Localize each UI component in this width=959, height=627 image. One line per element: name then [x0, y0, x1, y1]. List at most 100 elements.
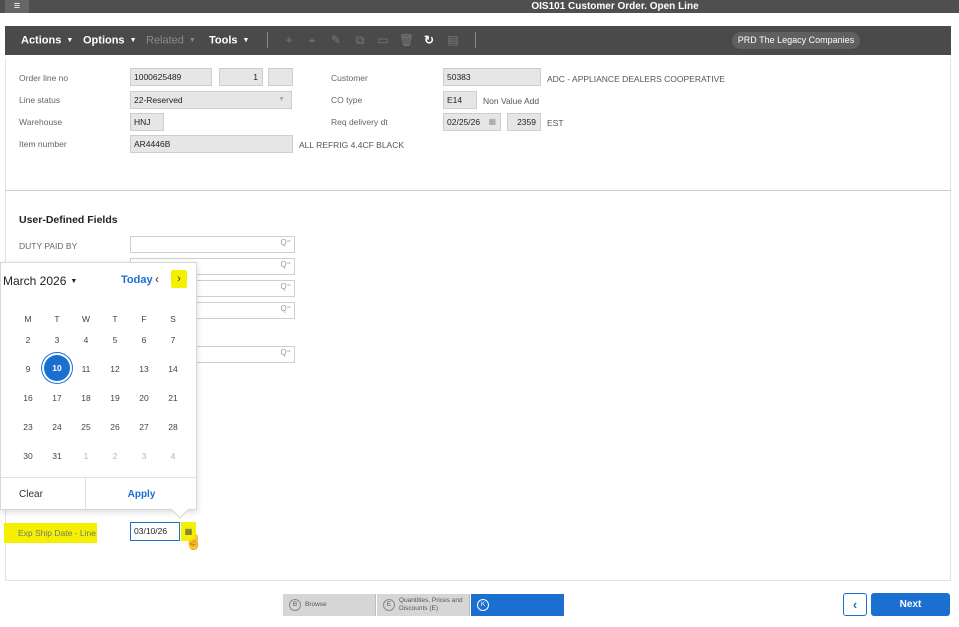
- day-of-week-header: W: [81, 314, 91, 324]
- calendar-day[interactable]: 28: [161, 422, 185, 432]
- search-icon[interactable]: Q⁼: [281, 260, 291, 269]
- step-current[interactable]: K: [471, 594, 564, 616]
- add-icon: +: [285, 33, 293, 47]
- search-icon[interactable]: Q⁼: [281, 348, 291, 357]
- step-letter: K: [477, 599, 489, 611]
- toolbar-divider: [475, 32, 476, 48]
- calendar-day[interactable]: 27: [132, 422, 156, 432]
- pin-icon: ⌖: [308, 33, 316, 47]
- search-icon[interactable]: Q⁼: [281, 238, 291, 247]
- calendar-day[interactable]: 12: [103, 364, 127, 374]
- item-description: ALL REFRIG 4.4CF BLACK: [299, 140, 405, 150]
- chevron-down-icon: ▼: [278, 96, 285, 103]
- window-title: OIS101 Customer Order. Open Line: [531, 1, 699, 12]
- warehouse-label: Warehouse: [19, 117, 63, 127]
- toolbar-divider: [267, 32, 268, 48]
- calendar-day[interactable]: 14: [161, 364, 185, 374]
- item-number-field[interactable]: AR4446B: [130, 135, 293, 153]
- calendar-day[interactable]: 23: [16, 422, 40, 432]
- calendar-day-next-month[interactable]: 3: [132, 451, 156, 461]
- environment-badge[interactable]: PRD The Legacy Companies: [732, 32, 860, 49]
- chevron-down-icon: ▼: [129, 37, 137, 44]
- calendar-day[interactable]: 11: [74, 364, 98, 374]
- tools-menu[interactable]: Tools ▼: [209, 26, 249, 55]
- timezone-text: EST: [547, 118, 564, 128]
- calendar-day[interactable]: 2: [16, 335, 40, 345]
- refresh-icon[interactable]: ↻: [422, 33, 436, 47]
- display-icon: ▤: [447, 33, 459, 47]
- month-selector[interactable]: March 2026 ▼: [3, 274, 77, 288]
- date-picker-popup: March 2026 ▼ Today ‹ › M T W T F S 2 3 4 …: [0, 262, 197, 511]
- req-delivery-date-field[interactable]: 02/25/26 ▦: [443, 113, 501, 131]
- save-icon: ▭: [377, 33, 389, 47]
- calendar-day[interactable]: 26: [103, 422, 127, 432]
- customer-field[interactable]: 50383: [443, 68, 541, 86]
- exp-ship-date-label: Exp Ship Date - Line: [18, 528, 96, 538]
- calendar-day[interactable]: 16: [16, 393, 40, 403]
- exp-ship-date-input[interactable]: 03/10/26: [130, 522, 180, 541]
- req-delivery-time-field[interactable]: 2359: [507, 113, 541, 131]
- calendar-day-selected[interactable]: 10: [44, 355, 70, 381]
- calendar-day[interactable]: 30: [16, 451, 40, 461]
- options-menu[interactable]: Options ▼: [83, 26, 137, 55]
- warehouse-field[interactable]: HNJ: [130, 113, 164, 131]
- calendar-icon: ▦: [488, 117, 496, 126]
- line-status-select[interactable]: 22-Reserved ▼: [130, 91, 292, 109]
- calendar-day[interactable]: 21: [161, 393, 185, 403]
- calendar-day[interactable]: 31: [45, 451, 69, 461]
- co-type-description: Non Value Add: [483, 96, 540, 106]
- customer-name: ADC - APPLIANCE DEALERS COOPERATIVE: [547, 74, 725, 84]
- delete-icon: 🗑: [399, 33, 415, 47]
- copy-icon: ⧉: [355, 33, 365, 47]
- calendar-day[interactable]: 7: [161, 335, 185, 345]
- calendar-day[interactable]: 24: [45, 422, 69, 432]
- clear-button[interactable]: Clear: [1, 478, 86, 511]
- calendar-day[interactable]: 18: [74, 393, 98, 403]
- co-type-field[interactable]: E14: [443, 91, 477, 109]
- udf-section-title: User-Defined Fields: [19, 214, 118, 226]
- calendar-day-next-month[interactable]: 4: [161, 451, 185, 461]
- calendar-day[interactable]: 25: [74, 422, 98, 432]
- order-number-field[interactable]: 1000625489: [130, 68, 212, 86]
- customer-label: Customer: [331, 73, 368, 83]
- actions-menu[interactable]: Actions ▼: [21, 26, 73, 55]
- chevron-down-icon: ▼: [188, 37, 196, 44]
- calendar-day[interactable]: 9: [16, 364, 40, 374]
- day-of-week-header: F: [141, 314, 147, 324]
- calendar-day[interactable]: 3: [45, 335, 69, 345]
- calendar-day[interactable]: 4: [74, 335, 98, 345]
- today-button[interactable]: Today: [121, 274, 153, 286]
- day-of-week-header: M: [24, 314, 32, 324]
- calendar-day[interactable]: 5: [103, 335, 127, 345]
- step-label: Browse: [305, 601, 327, 608]
- line-number-field[interactable]: 1: [219, 68, 263, 86]
- hamburger-icon[interactable]: ≡: [5, 0, 29, 13]
- calendar-day[interactable]: 19: [103, 393, 127, 403]
- calendar-day[interactable]: 6: [132, 335, 156, 345]
- chevron-down-icon: ▼: [66, 37, 74, 44]
- day-of-week-header: T: [54, 314, 60, 324]
- co-type-label: CO type: [331, 95, 363, 105]
- next-button[interactable]: Next: [871, 593, 950, 616]
- back-button[interactable]: ‹: [843, 593, 867, 616]
- calendar-day-next-month[interactable]: 2: [103, 451, 127, 461]
- search-icon[interactable]: Q⁼: [281, 304, 291, 313]
- toolbar: Actions ▼ Options ▼ Related ▼ Tools ▼ + ⌖ ✎ …: [5, 26, 951, 55]
- step-quantities-prices[interactable]: E Quantities, Prices and Discounts (E): [377, 594, 470, 616]
- req-delivery-label: Req delivery dt: [331, 117, 388, 127]
- edit-icon: ✎: [330, 33, 342, 47]
- prev-month-icon[interactable]: ‹: [155, 272, 159, 286]
- calendar-day-next-month[interactable]: 1: [74, 451, 98, 461]
- calendar-day[interactable]: 20: [132, 393, 156, 403]
- calendar-day[interactable]: 13: [132, 364, 156, 374]
- hand-cursor-icon: ☝: [185, 534, 203, 550]
- duty-paid-input[interactable]: Q⁼: [130, 236, 295, 253]
- line-suffix-field[interactable]: [268, 68, 293, 86]
- duty-paid-label: DUTY PAID BY: [19, 241, 78, 251]
- next-month-icon[interactable]: ›: [171, 270, 187, 288]
- step-browse[interactable]: B Browse: [283, 594, 376, 616]
- calendar-day[interactable]: 17: [45, 393, 69, 403]
- search-icon[interactable]: Q⁼: [281, 282, 291, 291]
- chevron-down-icon: ▼: [242, 37, 250, 44]
- order-line-label: Order line no: [19, 73, 69, 83]
